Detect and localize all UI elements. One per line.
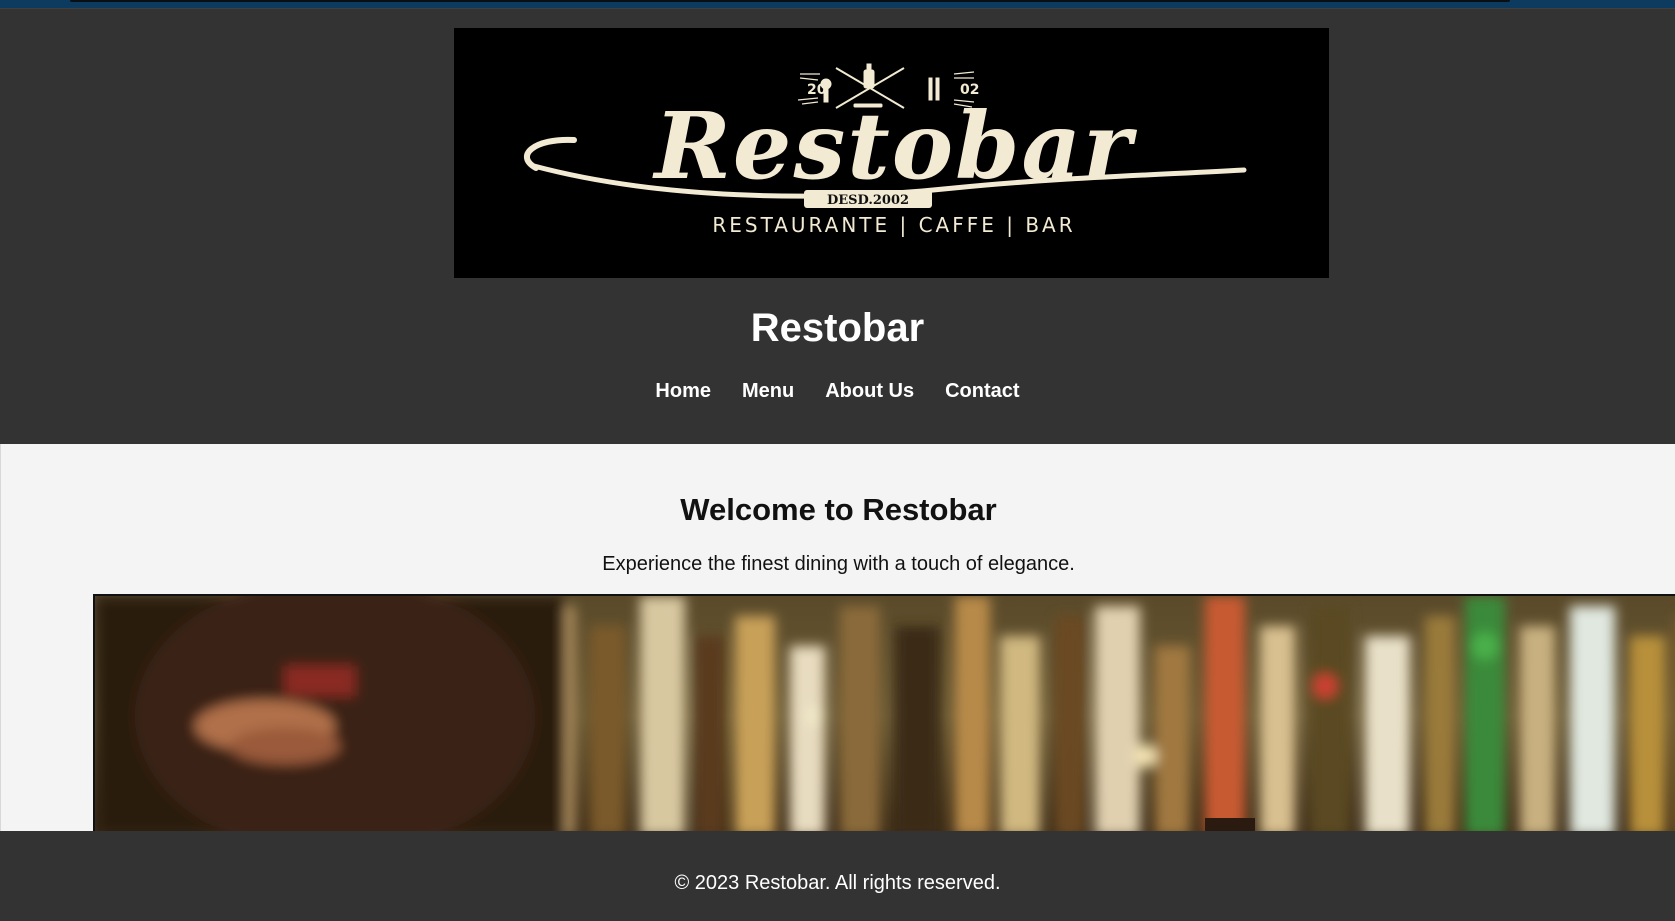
site-footer: © 2023 Restobar. All rights reserved.: [0, 831, 1675, 921]
restobar-logo: 20 02 Restobar DESD.2002 RESTAURANTE | C…: [454, 28, 1329, 278]
welcome-heading: Welcome to Restobar: [680, 492, 997, 527]
logo-tagline: RESTAURANTE | CAFFE | BAR: [712, 213, 1075, 237]
copyright-text: © 2023 Restobar. All rights reserved.: [674, 872, 1001, 894]
main-content: Welcome to Restobar Experience the fines…: [0, 444, 1675, 831]
nav-about-us-link[interactable]: About Us: [825, 379, 914, 403]
logo-established: DESD.2002: [827, 193, 909, 208]
site-header: 20 02 Restobar DESD.2002 RESTAURANTE | C…: [0, 8, 1675, 444]
nav-home-link[interactable]: Home: [655, 379, 711, 403]
hero-bar-image: [93, 594, 1675, 831]
browser-top-strip: [0, 0, 1675, 8]
welcome-text: Experience the finest dining with a touc…: [602, 553, 1075, 575]
main-nav: Home Menu About Us Contact: [0, 379, 1675, 403]
site-title: Restobar: [750, 306, 925, 350]
browser-top-edge: [70, 0, 1510, 2]
nav-menu-link[interactable]: Menu: [742, 379, 794, 403]
nav-contact-link[interactable]: Contact: [945, 379, 1019, 403]
logo-wordmark: Restobar: [651, 92, 1138, 200]
